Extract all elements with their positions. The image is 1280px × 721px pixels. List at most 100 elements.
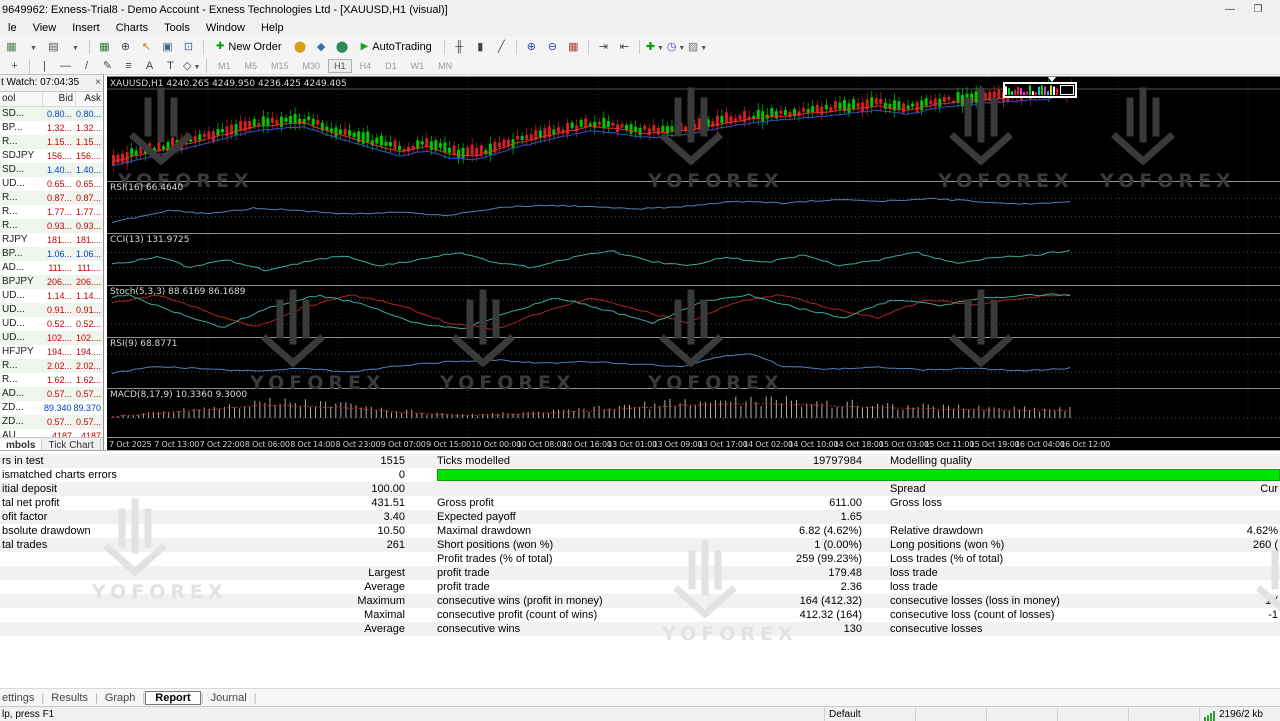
- close-icon[interactable]: ×: [95, 75, 101, 91]
- market-watch-row[interactable]: SD... 1.40... 1.40...: [0, 163, 103, 177]
- timeframe-h1[interactable]: H1: [328, 58, 352, 73]
- data-window-icon[interactable]: ▣: [158, 38, 177, 56]
- market-watch-row[interactable]: UD... 102.... 102....: [0, 331, 103, 345]
- report-row: ofit factor 3.40 Expected payoff 1.65: [0, 510, 1280, 524]
- trendline-icon[interactable]: /: [77, 57, 96, 75]
- auto-scroll-icon[interactable]: ⇥: [594, 38, 613, 56]
- community-icon[interactable]: ⬤: [333, 38, 352, 56]
- menu-item-view[interactable]: View: [25, 20, 65, 36]
- vertical-line-icon[interactable]: |: [35, 57, 54, 75]
- autotrading-button[interactable]: ▶ AutoTrading: [355, 37, 438, 56]
- candlestick-chart-icon[interactable]: ▮: [471, 38, 490, 56]
- market-watch-row[interactable]: ZD... 89.340 89.370: [0, 401, 103, 415]
- indicators-add-dropdown[interactable]: ✚ ▼: [645, 38, 664, 56]
- market-watch-row[interactable]: R... 2.02... 2.02...: [0, 359, 103, 373]
- tester-tab-ettings[interactable]: ettings: [0, 691, 41, 705]
- fibonacci-icon[interactable]: ≡: [119, 57, 138, 75]
- crosshair-tool-icon[interactable]: +: [5, 57, 24, 75]
- symbol-cell: ZD...: [2, 416, 24, 427]
- chart-area[interactable]: XAUUSD,H1 4240.265 4249.950 4236.425 424…: [107, 76, 1280, 451]
- menu-item-tools[interactable]: Tools: [156, 20, 198, 36]
- market-watch-row[interactable]: BPJPY 206.... 206....: [0, 275, 103, 289]
- zoom-box-icon[interactable]: ⊡: [179, 38, 198, 56]
- timeframe-m30[interactable]: M30: [297, 59, 327, 73]
- status-profile[interactable]: Default: [824, 707, 915, 721]
- symbol-cell: UD...: [2, 332, 25, 343]
- text-label-icon[interactable]: T: [161, 57, 180, 75]
- market-watch-row[interactable]: SDJPY 156.... 156....: [0, 149, 103, 163]
- report-label: Relative drawdown: [890, 525, 983, 537]
- zoom-in-icon[interactable]: ⊕: [522, 38, 541, 56]
- time-axis-label: 13 Oct 17:00: [697, 440, 748, 449]
- tile-windows-icon[interactable]: ▦: [564, 38, 583, 56]
- market-watch-row[interactable]: AD... 0.57... 0.57...: [0, 387, 103, 401]
- market-watch-row[interactable]: UD... 1.14... 1.14...: [0, 289, 103, 303]
- tester-tab-graph[interactable]: Graph: [98, 691, 143, 705]
- tester-tab-journal[interactable]: Journal: [204, 691, 254, 705]
- print-icon[interactable]: ▤: [44, 38, 63, 56]
- new-order-button[interactable]: ✚ New Order: [210, 37, 288, 56]
- timeframe-w1[interactable]: W1: [405, 59, 431, 73]
- market-watch-row[interactable]: UD... 0.65... 0.65...: [0, 177, 103, 191]
- channel-tool-icon[interactable]: ✎: [98, 57, 117, 75]
- report-value: 431.51: [371, 497, 405, 509]
- menu-item-window[interactable]: Window: [198, 20, 253, 36]
- line-chart-icon[interactable]: ╱: [492, 38, 511, 56]
- text-tool-icon[interactable]: A: [140, 57, 159, 75]
- report-value: 0: [398, 469, 405, 481]
- market-watch-row[interactable]: UD... 0.52... 0.52...: [0, 317, 103, 331]
- periods-dropdown[interactable]: ◷ ▼: [666, 38, 686, 56]
- cursor-icon[interactable]: ↖: [137, 38, 156, 56]
- menu-item-charts[interactable]: Charts: [108, 20, 156, 36]
- market-watch-row[interactable]: R... 0.93... 0.93...: [0, 219, 103, 233]
- shapes-dropdown[interactable]: ◇ ▼: [182, 57, 201, 75]
- timeframe-d1[interactable]: D1: [379, 59, 403, 73]
- charts-profile-icon[interactable]: ▦: [2, 38, 21, 56]
- market-watch-row[interactable]: BP... 1.06... 1.06...: [0, 247, 103, 261]
- timeframe-m15[interactable]: M15: [265, 59, 295, 73]
- zoom-out-icon[interactable]: ⊖: [543, 38, 562, 56]
- maximize-button[interactable]: ❐: [1244, 0, 1272, 20]
- market-watch-row[interactable]: R... 1.15... 1.15...: [0, 135, 103, 149]
- column-bid[interactable]: Bid: [43, 92, 76, 106]
- timeframe-mn[interactable]: MN: [432, 59, 458, 73]
- horizontal-line-icon[interactable]: —: [56, 57, 75, 75]
- market-watch-row[interactable]: HFJPY 194.... 194....: [0, 345, 103, 359]
- menu-item-le[interactable]: le: [0, 20, 25, 36]
- chart-shift-icon[interactable]: ⇤: [615, 38, 634, 56]
- ask-cell: 1.06...: [75, 249, 101, 259]
- column-ask[interactable]: Ask: [76, 92, 103, 106]
- styler-icon[interactable]: ⬤: [291, 38, 310, 56]
- timeframe-m5[interactable]: M5: [239, 59, 264, 73]
- market-watch-row[interactable]: R... 1.77... 1.77...: [0, 205, 103, 219]
- crosshair-icon[interactable]: ⊕: [116, 38, 135, 56]
- tester-tab-report[interactable]: Report: [145, 691, 201, 705]
- market-watch-row[interactable]: BP... 1.32... 1.32...: [0, 121, 103, 135]
- tester-tab-results[interactable]: Results: [44, 691, 95, 705]
- menu-item-help[interactable]: Help: [253, 20, 292, 36]
- column-symbol[interactable]: ool: [0, 92, 43, 106]
- market-watch-row[interactable]: AU 4187 4187: [0, 429, 103, 437]
- minimize-button[interactable]: —: [1216, 0, 1244, 20]
- market-watch-row[interactable]: AD... 111.... 111....: [0, 261, 103, 275]
- menu-item-insert[interactable]: Insert: [64, 20, 108, 36]
- profile-dropdown[interactable]: ▼: [23, 38, 42, 56]
- bid-cell: 89.340: [43, 403, 72, 413]
- market-watch-row[interactable]: SD... 0.80... 0.80...: [0, 107, 103, 121]
- timeframe-m1[interactable]: M1: [212, 59, 237, 73]
- market-watch-column-headers: ool Bid Ask: [0, 92, 103, 107]
- market-watch-row[interactable]: UD... 0.91... 0.91...: [0, 303, 103, 317]
- market-watch-row[interactable]: ZD... 0.57... 0.57...: [0, 415, 103, 429]
- market-watch-row[interactable]: R... 1.62... 1.62...: [0, 373, 103, 387]
- visual-mode-progress-box[interactable]: [1003, 82, 1077, 98]
- indicators-list-icon[interactable]: ◆: [312, 38, 331, 56]
- print-dropdown[interactable]: ▼: [65, 38, 84, 56]
- market-watch-row[interactable]: RJPY 181.... 181....: [0, 233, 103, 247]
- market-watch-row[interactable]: R... 0.87... 0.87...: [0, 191, 103, 205]
- timeframe-h4[interactable]: H4: [354, 59, 378, 73]
- templates-dropdown[interactable]: ▨ ▼: [687, 38, 707, 56]
- bar-chart-icon[interactable]: ╫: [450, 38, 469, 56]
- new-chart-icon[interactable]: ▦: [95, 38, 114, 56]
- report-row: tal net profit 431.51 Gross profit 611.00 Gr…: [0, 496, 1280, 510]
- report-value: 1.65: [840, 511, 862, 523]
